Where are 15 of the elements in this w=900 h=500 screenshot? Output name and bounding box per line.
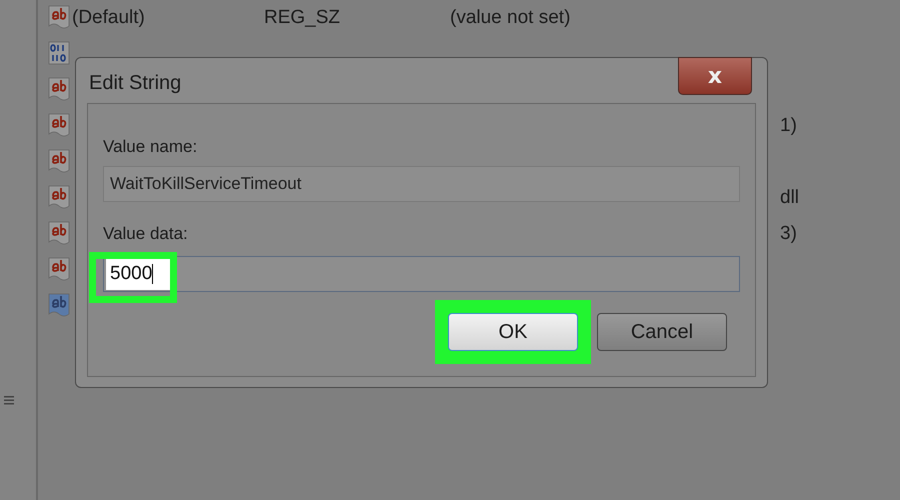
value-name-field[interactable]: WaitToKillServiceTimeout [103, 166, 740, 202]
grip-icon[interactable] [4, 395, 14, 405]
value-data: 3) [780, 223, 797, 245]
field-label: Value name: [103, 137, 198, 157]
value-name: (Default) [72, 7, 145, 28]
dialog-title: Edit String [89, 72, 182, 95]
value-data: dll [780, 187, 800, 209]
field-label: Value data: [103, 224, 188, 244]
dialog-button[interactable]: Cancel [597, 313, 727, 351]
value-data-field[interactable]: 5000 [103, 256, 740, 292]
dialog-button[interactable]: OK [448, 313, 578, 351]
close-button[interactable]: x [678, 57, 752, 95]
value-type: REG_SZ [264, 7, 340, 28]
value-data: (value not set) [450, 7, 570, 28]
value-data: 1) [780, 115, 797, 137]
